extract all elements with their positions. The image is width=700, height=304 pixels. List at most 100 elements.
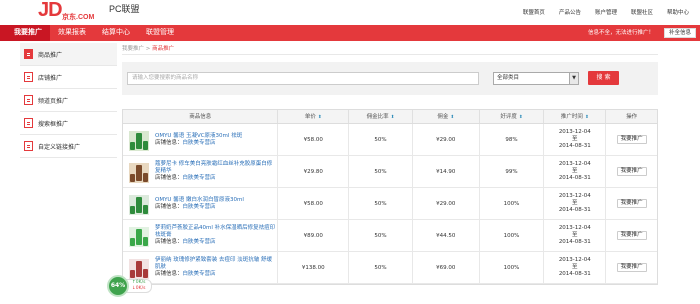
document-icon [24,49,33,59]
sidebar-item-channel-promo[interactable]: 频道页推广 [20,89,117,112]
price-cell: ¥89.00 [278,220,350,251]
product-cell: 梦莉奶芦荟胶正品40ml 补水保湿晒后修复祛痘印祛斑膏 店铺信息：白肤美专营店 [123,220,279,251]
category-select-value: 全部类目 [497,75,520,81]
shop-name-link[interactable]: 白肤美专营店 [183,271,216,277]
download-speed: 0K/s [135,286,146,291]
table-row: OMYU 馨语 嫩白水润白皙原液30ml 店铺信息：白肤美专营店 ¥58.00 50%… [123,188,657,220]
product-image[interactable] [128,192,150,216]
tab-settlement[interactable]: 结算中心 [94,25,138,41]
price-cell: ¥138.00 [278,252,350,283]
col-praise[interactable]: 好评度 ⬍ [480,110,545,123]
sidebar-item-custom-link-promo[interactable]: 自定义链接推广 [20,135,117,158]
product-name-link[interactable]: 伊丽纳 玫瑰修护紧致套装 去痘印 淡斑抗皱 舒缓肌肤 [155,257,277,271]
shop-name-link[interactable]: 白肤美专营店 [183,239,216,245]
sidebar-item-label: 搜索框推广 [38,120,69,128]
upload-speed: 0K/s [135,280,146,285]
commission-cell: ¥29.00 [413,188,480,219]
breadcrumb-parent[interactable]: 我要推广 [122,46,144,52]
category-select[interactable]: 全部类目 ▼ [493,72,579,85]
table-row: 蔻萝尼卡 修车美白亮肤霜红血丝补充胶原蛋白修复精华 店铺信息：白肤美专营店 ¥29.… [123,156,657,188]
commission-rate-cell: 50% [349,252,413,283]
fill-info-button[interactable]: 补全信息 [663,28,696,38]
sidebar-item-searchbox-promo[interactable]: 搜索框推广 [20,112,117,135]
product-image[interactable] [128,224,150,248]
breadcrumb-current: 商品推广 [152,46,175,52]
top-link-announcement[interactable]: 产品公告 [552,8,588,16]
promote-button[interactable]: 我要推广 [616,135,647,144]
praise-cell: 98% [480,124,545,155]
product-cell: OMYU 馨语 嫩白水润白皙原液30ml 店铺信息：白肤美专营店 [123,188,279,219]
table-body: OMYU 馨语 玉凝VC原液30ml 祛斑 店铺信息：白肤美专营店 ¥58.00 50… [123,124,657,284]
product-image[interactable] [128,160,150,184]
search-button[interactable]: 搜 索 [588,71,619,85]
promote-button[interactable]: 我要推广 [616,199,647,208]
col-action: 操作 [626,114,638,120]
top-link-home[interactable]: 联盟首页 [516,8,552,16]
col-price[interactable]: 单价 ⬍ [278,110,350,123]
search-bar: 请输入您要搜索的商品名称 全部类目 ▼ 搜 索 [122,62,658,95]
price-cell: ¥29.80 [278,156,350,187]
top-header: JD 京东.COM PC联盟 联盟首页 产品公告 账户管理 联盟社区 帮助中心 [0,0,700,25]
price-cell: ¥58.00 [278,188,350,219]
product-name-link[interactable]: 蔻萝尼卡 修车美白亮肤霜红血丝补充胶原蛋白修复精华 [155,161,277,175]
network-speed-widget[interactable]: ↑0K/s ↓0K/s 64% [107,275,167,297]
sort-icon[interactable]: ⬍ [519,115,523,120]
action-cell: 我要推广 [606,220,657,251]
product-name-link[interactable]: 梦莉奶芦荟胶正品40ml 补水保湿晒后修复祛痘印祛斑膏 [155,225,277,239]
product-name-link[interactable]: OMYU 馨语 嫩白水润白皙原液30ml [155,197,244,204]
breadcrumb-separator: > [145,46,151,52]
sidebar-item-shop-promo[interactable]: 店铺推广 [20,66,117,89]
col-promo-time[interactable]: 推广时间 ⬍ [544,110,607,123]
shop-name-link[interactable]: 白肤美专营店 [183,140,216,146]
tab-promote[interactable]: 我要推广 [0,25,50,41]
top-link-community[interactable]: 联盟社区 [624,8,660,16]
sort-icon[interactable]: ⬍ [391,115,395,120]
sidebar-item-label: 店铺推广 [38,74,63,82]
sort-icon[interactable]: ⬍ [585,115,589,120]
table-row: 梦莉奶芦荟胶正品40ml 补水保湿晒后修复祛痘印祛斑膏 店铺信息：白肤美专营店 ¥8… [123,220,657,252]
col-commission[interactable]: 佣金 ⬍ [413,110,480,123]
col-commission-rate[interactable]: 佣金比率 ⬍ [349,110,413,123]
date-from: 2013-12-04 [558,193,591,199]
sidebar-item-label: 商品推广 [38,51,63,59]
info-notice: 信息不全，无法进行推广！ [587,30,654,36]
promo-time-cell: 2013-12-04 至 2014-08-31 [544,124,607,155]
table-row: OMYU 馨语 玉凝VC原液30ml 祛斑 店铺信息：白肤美专营店 ¥58.00 50… [123,124,657,156]
product-image[interactable] [128,128,150,152]
chevron-down-icon[interactable]: ▼ [569,73,578,84]
top-link-help[interactable]: 帮助中心 [660,8,696,16]
sidebar-item-product-promo[interactable]: 商品推广 [20,43,117,66]
commission-cell: ¥29.00 [413,124,480,155]
shop-name-link[interactable]: 白肤美专营店 [183,175,216,181]
promote-button[interactable]: 我要推广 [616,167,647,176]
tab-reports[interactable]: 效果报表 [50,25,94,41]
table-row: 伊丽纳 玫瑰修护紧致套装 去痘印 淡斑抗皱 舒缓肌肤 店铺信息：白肤美专营店 ¥13… [123,252,657,284]
sidebar-item-label: 自定义链接推广 [38,143,81,151]
date-to-label: 至 [572,200,578,206]
top-link-account[interactable]: 账户管理 [588,8,624,16]
table-header: 商品信息 单价 ⬍ 佣金比率 ⬍ 佣金 ⬍ 好评度 ⬍ 推广时间 ⬍ 操作 [123,110,657,124]
shop-name-link[interactable]: 白肤美专营店 [183,204,216,210]
promote-button[interactable]: 我要推广 [616,263,647,272]
promo-time-cell: 2013-12-04 至 2014-08-31 [544,220,607,251]
col-product-info: 商品信息 [123,110,279,123]
main-nav: 我要推广 效果报表 结算中心 联盟管理 信息不全，无法进行推广！ 补全信息 [0,25,700,41]
sort-icon[interactable]: ⬍ [450,115,454,120]
promote-button[interactable]: 我要推广 [616,231,647,240]
shop-label: 店铺信息： [155,203,183,210]
jd-logo[interactable]: JD [38,0,63,20]
product-name-link[interactable]: OMYU 馨语 玉凝VC原液30ml 祛斑 [155,133,242,140]
date-from: 2013-12-04 [558,257,591,263]
jd-logo-sub: 京东.COM [62,14,95,21]
product-table: 商品信息 单价 ⬍ 佣金比率 ⬍ 佣金 ⬍ 好评度 ⬍ 推广时间 ⬍ 操作 OMYU 馨语… [122,109,658,285]
tab-management[interactable]: 联盟管理 [138,25,182,41]
search-input[interactable]: 请输入您要搜索的商品名称 [127,72,479,85]
action-cell: 我要推广 [606,124,657,155]
date-to: 2014-08-31 [558,271,591,277]
sort-icon[interactable]: ⬍ [318,115,322,120]
date-to: 2014-08-31 [558,239,591,245]
document-icon [24,95,33,105]
date-to-label: 至 [572,136,578,142]
product-cell: OMYU 馨语 玉凝VC原液30ml 祛斑 店铺信息：白肤美专营店 [123,124,279,155]
shop-label: 店铺信息： [155,139,183,146]
